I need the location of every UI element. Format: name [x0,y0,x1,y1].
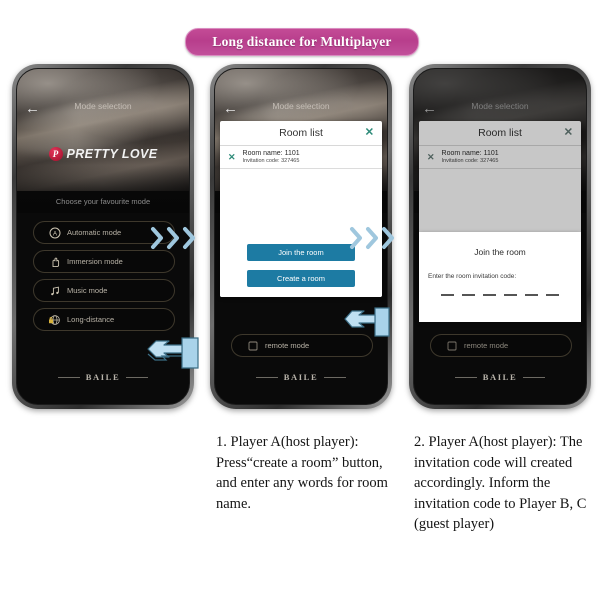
footer-brand-3: BAILE [482,372,518,382]
room-name-3: Room name: 1101 [441,150,499,157]
chevron-right-icon [349,226,364,250]
brand-name: PRETTY LOVE [66,147,158,161]
join-the-room-button-2[interactable]: Join the room [247,244,355,261]
code-slot-4[interactable] [504,294,517,296]
dialog-header-2: Room list ✕ [220,121,382,146]
code-slot-5[interactable] [525,294,538,296]
code-slot-1[interactable] [441,294,454,296]
mode-label-long-distance: Long-distance [67,315,115,324]
footer-brand-1: BAILE [85,372,121,382]
page-title: Long distance for Multiplayer [212,34,392,49]
dialog-title-2: Room list [279,127,323,139]
remote-mode-icon [246,339,259,352]
join-room-title: Join the room [474,247,526,257]
pretty-love-badge-icon: P [48,147,63,161]
room-code-2: Invitation code: 327465 [242,158,300,164]
screen-title-1: Mode selection [74,101,132,111]
page-title-banner: Long distance for Multiplayer [185,28,419,56]
footer-line-left [255,376,278,378]
code-slot-2[interactable] [462,294,475,296]
room-list-dialog-2: Room list ✕ ✕ Room name: 1101 Invitation… [220,121,382,297]
baile-footer-3: BAILE [414,372,586,382]
screen-title-2: Mode selection [272,101,330,111]
phone-mockup-3: ← Mode selection remote mode Room list ✕… [409,64,591,409]
code-slot-6[interactable] [546,294,559,296]
dialog-header-3: Room list ✕ [419,121,581,146]
room-list-item-2[interactable]: ✕ Room name: 1101 Invitation code: 32746… [220,146,382,169]
chevron-right-icon [150,226,165,250]
mode-button-long-distance[interactable]: Long-distance [33,308,175,331]
mode-label-music: Music mode [67,286,108,295]
chevron-right-icon [381,226,396,250]
join-room-prompt: Enter the room invitation code: [428,273,517,280]
close-icon[interactable]: ✕ [365,127,374,139]
remote-mode-icon [445,339,458,352]
dialog-actions-2: Join the room Create a room [220,244,382,287]
remove-room-icon[interactable]: ✕ [228,152,236,162]
mode-label-automatic: Automatic mode [67,228,122,237]
pointing-hand-cursor-2 [337,305,393,344]
automatic-mode-icon: A [48,226,61,239]
screen-title-3: Mode selection [471,101,529,111]
remove-room-icon[interactable]: ✕ [427,152,435,162]
room-info-2: Room name: 1101 Invitation code: 327465 [243,150,300,164]
arrow-group-2 [349,226,396,250]
immersion-mode-icon [48,255,61,268]
mode-button-immersion[interactable]: Immersion mode [33,250,175,273]
join-room-overlay: Join the room Enter the room invitation … [419,232,581,322]
code-slot-3[interactable] [483,294,496,296]
footer-brand-2: BAILE [283,372,319,382]
room-name-2: Room name: 1101 [242,150,300,157]
mode-button-remote-3[interactable]: remote mode [430,334,572,357]
music-mode-icon [48,284,61,297]
svg-text:A: A [52,231,56,237]
pointing-hand-cursor-1 [140,334,202,377]
footer-line-right [324,376,347,378]
chevron-right-icon [166,226,181,250]
footer-line-left [57,376,80,378]
mode-label-remote-3: remote mode [464,341,509,350]
long-distance-mode-icon [48,313,61,326]
chevron-right-icon [365,226,380,250]
create-a-room-button-2[interactable]: Create a room [247,270,355,287]
footer-line-left [454,376,477,378]
phone-screen-3: ← Mode selection remote mode Room list ✕… [413,68,587,405]
mode-label-immersion: Immersion mode [67,257,123,266]
room-code-3: Invitation code: 327465 [441,158,499,164]
mode-prompt: Choose your favourite mode [55,197,151,206]
room-info-3: Room name: 1101 Invitation code: 327465 [442,150,499,164]
footer-line-right [523,376,546,378]
arrow-group-1 [150,226,197,250]
baile-footer-2: BAILE [215,372,387,382]
room-list-item-3[interactable]: ✕ Room name: 1101 Invitation code: 32746… [419,146,581,169]
chevron-right-icon [182,226,197,250]
dialog-title-3: Room list [478,127,522,139]
brand-logo: P PRETTY LOVE [17,147,189,161]
background-mode-list-3: remote mode [430,334,572,357]
caption-step-1: 1. Player A(host player): Press“create a… [216,434,388,512]
mode-button-music[interactable]: Music mode [33,279,175,302]
close-icon[interactable]: ✕ [564,127,573,139]
invitation-code-input[interactable] [419,294,581,296]
mode-label-remote-2: remote mode [265,341,310,350]
caption-step-2: 2. Player A(host player): The invitation… [414,434,587,533]
